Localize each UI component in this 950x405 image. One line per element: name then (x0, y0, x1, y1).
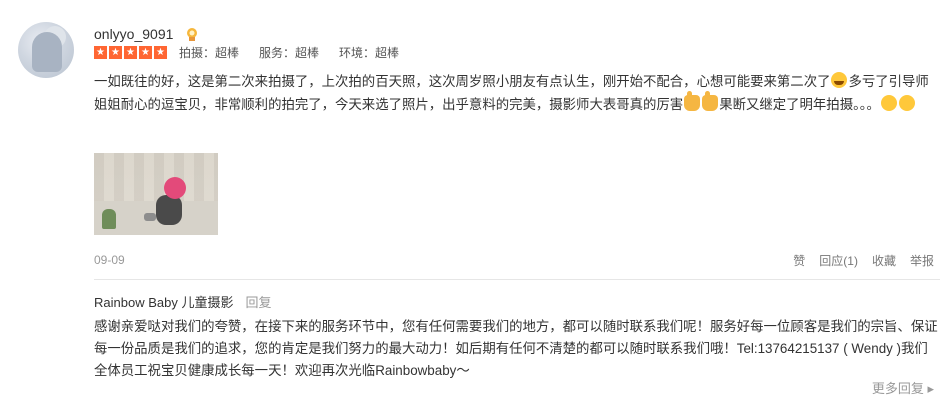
username[interactable]: onlyyo_9091 (94, 26, 173, 42)
review-text: 一如既往的好，这是第二次来拍摄了，上次拍的百天照，这次周岁照小朋友有点认生，刚开… (94, 70, 940, 116)
review-actions: 赞 回应(1) 收藏 举报 (793, 252, 934, 269)
more-replies-link[interactable]: 更多回复 ▸ (872, 378, 934, 397)
like-button[interactable]: 赞 (793, 252, 805, 269)
laugh-emoji-icon (831, 72, 848, 88)
score-environment: 环境：超棒 (339, 45, 400, 60)
photo-wall (94, 153, 218, 201)
reply-tag: 回复 (245, 295, 272, 310)
review-part3: 果断又继定了明年拍摄。。。 (719, 97, 880, 112)
face-emoji-icon (898, 95, 915, 111)
star-icon: ★ (109, 45, 122, 59)
star-icon: ★ (139, 45, 152, 59)
review-date: 09-09 (94, 253, 125, 267)
star-icon: ★ (94, 45, 107, 59)
report-button[interactable]: 举报 (910, 252, 934, 269)
photo-toy (144, 213, 156, 221)
star-icon: ★ (124, 45, 137, 59)
photo-plant (102, 209, 116, 229)
merchant-reply-header: Rainbow Baby 儿童摄影 回复 (94, 292, 271, 311)
rating-row: ★ ★ ★ ★ ★ 拍摄：超棒 服务：超棒 环境：超棒 (94, 44, 419, 60)
user-avatar[interactable] (18, 22, 74, 78)
merchant-name[interactable]: Rainbow Baby 儿童摄影 (94, 295, 233, 310)
favorite-button[interactable]: 收藏 (872, 252, 896, 269)
star-icon: ★ (154, 45, 167, 59)
face-emoji-icon (880, 95, 897, 111)
reply-button[interactable]: 回应(1) (819, 252, 858, 269)
score-shooting: 拍摄：超棒 (179, 45, 240, 60)
vip-badge-icon (187, 28, 197, 41)
thumbs-up-emoji-icon (684, 91, 701, 111)
score-service: 服务：超棒 (259, 45, 320, 60)
review-photo[interactable] (94, 153, 218, 235)
star-rating: ★ ★ ★ ★ ★ (94, 45, 167, 59)
merchant-reply-text: 感谢亲爱哒对我们的夸赞，在接下来的服务环节中，您有任何需要我们的地方，都可以随时… (94, 319, 938, 378)
photo-child-body (156, 195, 182, 225)
divider (94, 279, 940, 280)
avatar-body (32, 32, 62, 72)
thumbs-up-emoji-icon (702, 91, 719, 111)
photo-child-hat (164, 177, 186, 199)
review-part1: 一如既往的好，这是第二次来拍摄了，上次拍的百天照，这次周岁照小朋友有点认生，刚开… (94, 74, 831, 89)
